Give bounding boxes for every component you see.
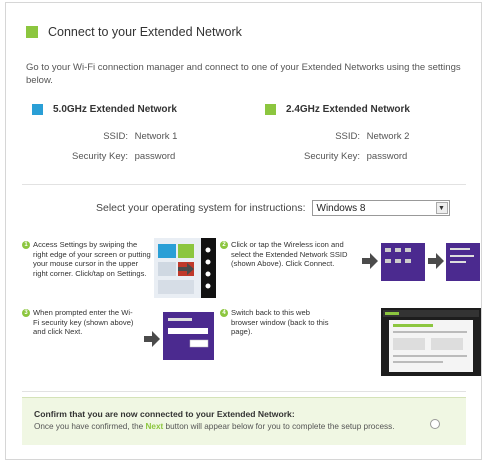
- os-select-dropdown[interactable]: Windows 8 ▼: [311, 200, 450, 216]
- settings-charm-screenshot: [154, 238, 216, 298]
- setup-panel: Connect to your Extended Network Go to y…: [5, 2, 482, 460]
- confirm-text-after: button will appear below for you to comp…: [163, 422, 395, 431]
- browser-window-screenshot: [381, 308, 481, 376]
- network-24ghz-name: 2.4GHz Extended Network: [286, 104, 410, 115]
- step-2-text: Click or tap the Wireless icon and selec…: [231, 240, 348, 268]
- network-24ghz-heading: 2.4GHz Extended Network: [265, 104, 410, 115]
- step-4-text: Switch back to this web browser window (…: [231, 308, 329, 336]
- os-select-row: Select your operating system for instruc…: [96, 200, 450, 216]
- step-3: 3 When prompted enter the Wi-Fi security…: [22, 308, 137, 337]
- ssid-value: Network 1: [134, 131, 178, 142]
- step-1: 1 Access Settings by swiping the right e…: [22, 240, 152, 278]
- step-1-text: Access Settings by swiping the right edg…: [33, 240, 151, 278]
- security-key-label: Security Key:: [72, 151, 128, 162]
- ssid-value: Network 2: [366, 131, 410, 142]
- step-4: 4 Switch back to this web browser window…: [220, 308, 335, 337]
- page-title: Connect to your Extended Network: [48, 25, 242, 39]
- section-header: Connect to your Extended Network: [26, 25, 242, 39]
- network-24ghz-ssid-row: SSID: Network 2: [268, 131, 409, 142]
- confirm-text-before: Once you have confirmed, the: [34, 422, 146, 431]
- wireless-network-screenshots: [362, 243, 480, 281]
- confirm-radio-button[interactable]: [430, 419, 440, 429]
- network-24ghz-key-row: Security Key: password: [268, 151, 407, 162]
- step-number-badge: 2: [220, 241, 228, 249]
- divider: [22, 184, 466, 185]
- confirm-connection-box: Confirm that you are now connected to yo…: [22, 397, 466, 445]
- next-word: Next: [145, 422, 164, 431]
- security-key-value: password: [366, 151, 408, 162]
- step-number-badge: 4: [220, 309, 228, 317]
- os-select-label: Select your operating system for instruc…: [96, 202, 306, 214]
- step-number-badge: 1: [22, 241, 30, 249]
- green-square-icon: [265, 104, 276, 115]
- network-5ghz-key-row: Security Key: password: [36, 151, 175, 162]
- green-square-icon: [26, 26, 38, 38]
- security-key-screenshot: [144, 312, 214, 360]
- security-key-value: password: [134, 151, 176, 162]
- confirm-title: Confirm that you are now connected to yo…: [34, 409, 295, 419]
- security-key-label: Security Key:: [304, 151, 360, 162]
- divider: [22, 391, 466, 392]
- blue-square-icon: [32, 104, 43, 115]
- confirm-text: Once you have confirmed, the Next button…: [34, 422, 394, 431]
- step-3-text: When prompted enter the Wi-Fi security k…: [33, 308, 134, 336]
- step-number-badge: 3: [22, 309, 30, 317]
- network-5ghz-name: 5.0GHz Extended Network: [53, 104, 177, 115]
- ssid-label: SSID:: [335, 131, 360, 142]
- os-select-value: Windows 8: [316, 202, 366, 214]
- network-5ghz-heading: 5.0GHz Extended Network: [32, 104, 177, 115]
- instructions-text: Go to your Wi-Fi connection manager and …: [26, 62, 461, 86]
- ssid-label: SSID:: [103, 131, 128, 142]
- chevron-down-icon[interactable]: ▼: [435, 202, 448, 214]
- network-5ghz-ssid-row: SSID: Network 1: [36, 131, 177, 142]
- step-2: 2 Click or tap the Wireless icon and sel…: [220, 240, 360, 269]
